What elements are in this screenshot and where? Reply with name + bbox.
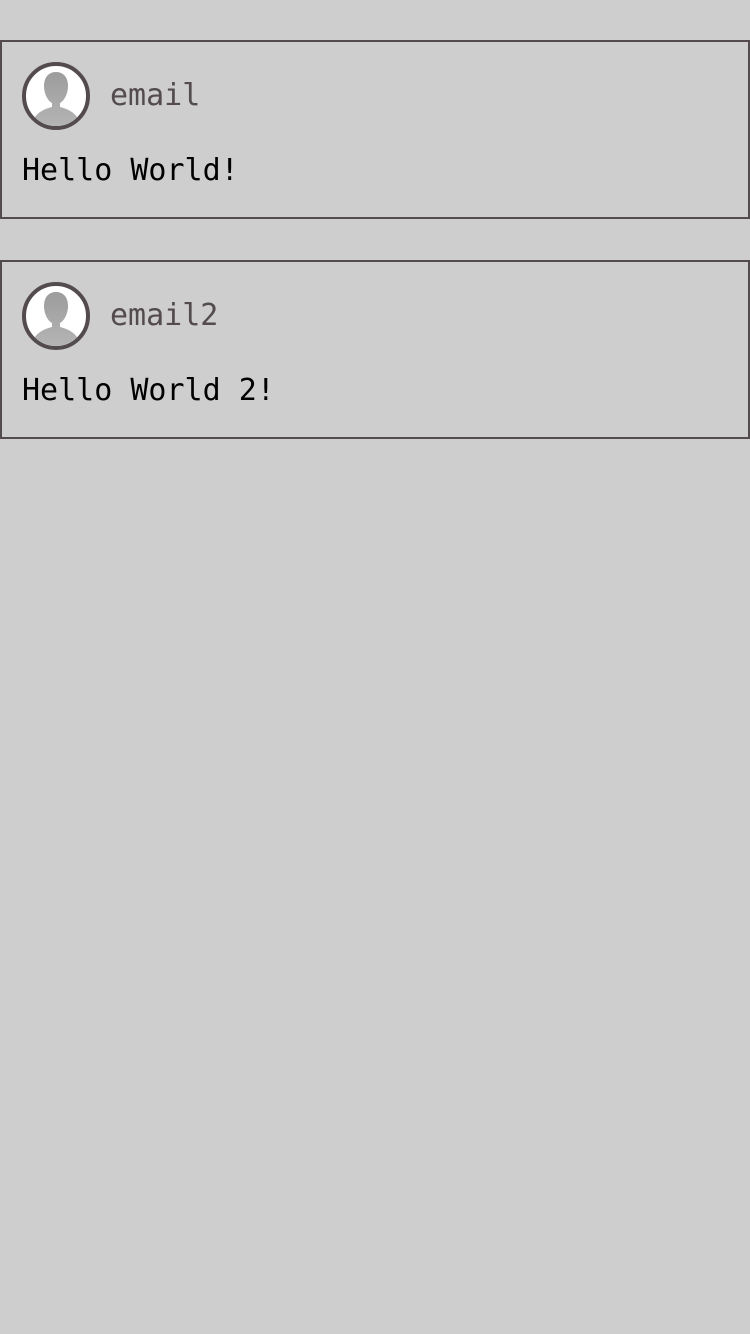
user-silhouette-icon xyxy=(31,72,81,126)
post-author: email2 xyxy=(110,298,219,333)
post-header: email xyxy=(22,62,200,130)
post-author: email xyxy=(110,78,201,113)
post-card: email Hello World! xyxy=(0,40,750,219)
user-silhouette-icon xyxy=(31,292,81,346)
avatar xyxy=(22,62,90,130)
post-feed: email Hello World! email2 Hello World 2! xyxy=(0,0,750,439)
post-header: email2 xyxy=(22,282,218,350)
post-message: Hello World! xyxy=(22,153,239,188)
avatar xyxy=(22,282,90,350)
post-card: email2 Hello World 2! xyxy=(0,260,750,439)
post-message: Hello World 2! xyxy=(22,373,275,408)
